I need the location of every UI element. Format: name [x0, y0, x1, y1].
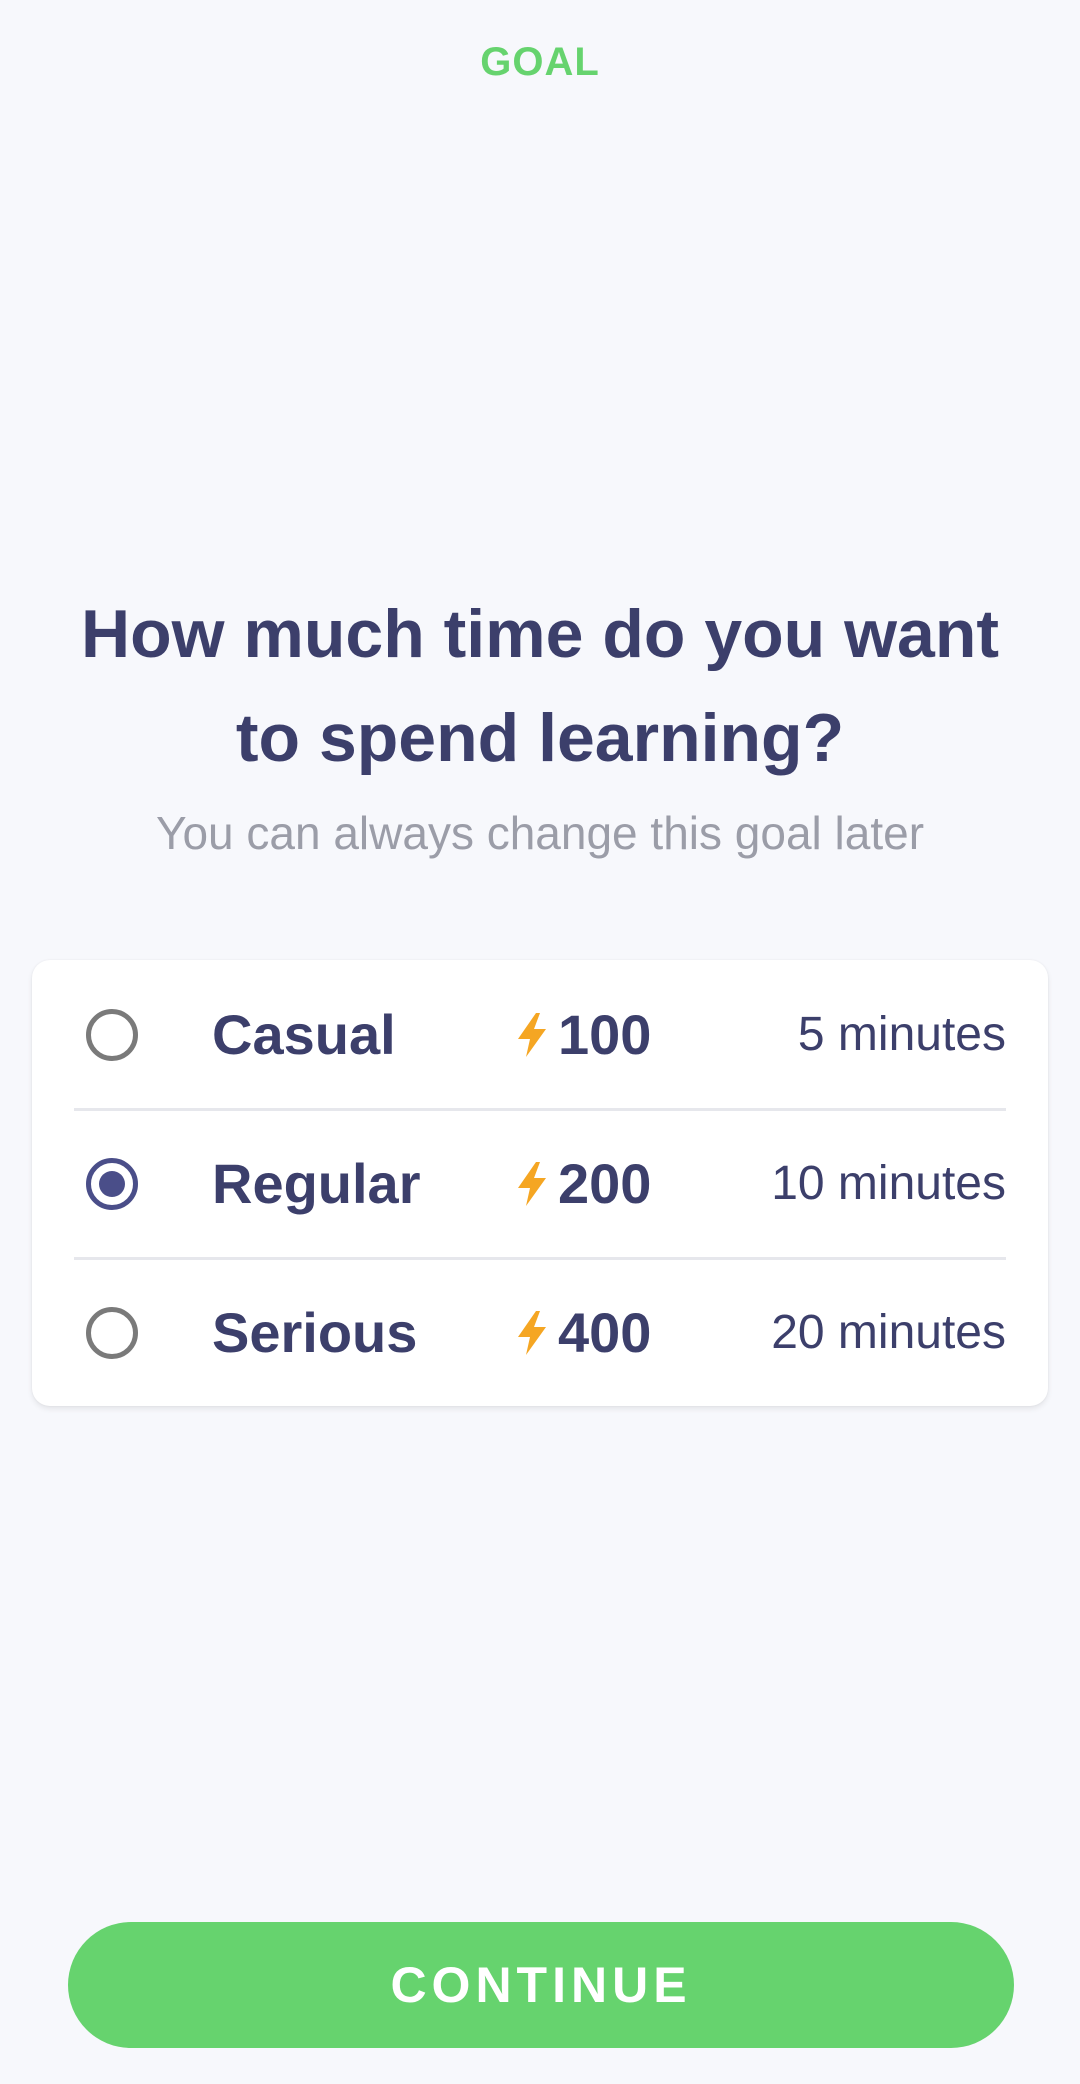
lightning-icon — [518, 1161, 546, 1206]
header-title: GOAL — [480, 40, 600, 84]
radio-button[interactable] — [86, 1306, 138, 1359]
question-title: How much time do you want to spend learn… — [80, 596, 1000, 776]
goal-option-label: Serious — [212, 1301, 418, 1364]
goal-option-xp: 200 — [558, 1152, 652, 1215]
goal-option-minutes: 10 minutes — [771, 1157, 1006, 1210]
goal-screen: GOAL How much time do you want to spend … — [0, 0, 1080, 2084]
goal-option-xp: 100 — [558, 1003, 652, 1066]
goal-option-regular[interactable]: Regular 200 10 minutes — [74, 1109, 1006, 1258]
goal-option-casual[interactable]: Casual 100 5 minutes — [74, 960, 1006, 1109]
lightning-icon — [518, 1012, 546, 1057]
goal-option-label: Casual — [212, 1003, 396, 1066]
goal-option-minutes: 20 minutes — [771, 1306, 1006, 1359]
goal-option-label: Regular — [212, 1152, 421, 1215]
radio-button-selected[interactable] — [86, 1157, 138, 1210]
question-subtitle: You can always change this goal later — [155, 807, 925, 859]
lightning-icon — [518, 1310, 546, 1355]
goal-option-minutes: 5 minutes — [797, 1008, 1006, 1061]
continue-button[interactable]: CONTINUE — [68, 1922, 1014, 2048]
goal-option-xp: 400 — [558, 1301, 652, 1364]
radio-button[interactable] — [86, 1008, 138, 1061]
goal-option-serious[interactable]: Serious 400 20 minutes — [74, 1258, 1006, 1407]
goal-options-card: Casual 100 5 minutes Regular 200 10 minu… — [32, 960, 1048, 1406]
radio-dot — [99, 1170, 125, 1197]
